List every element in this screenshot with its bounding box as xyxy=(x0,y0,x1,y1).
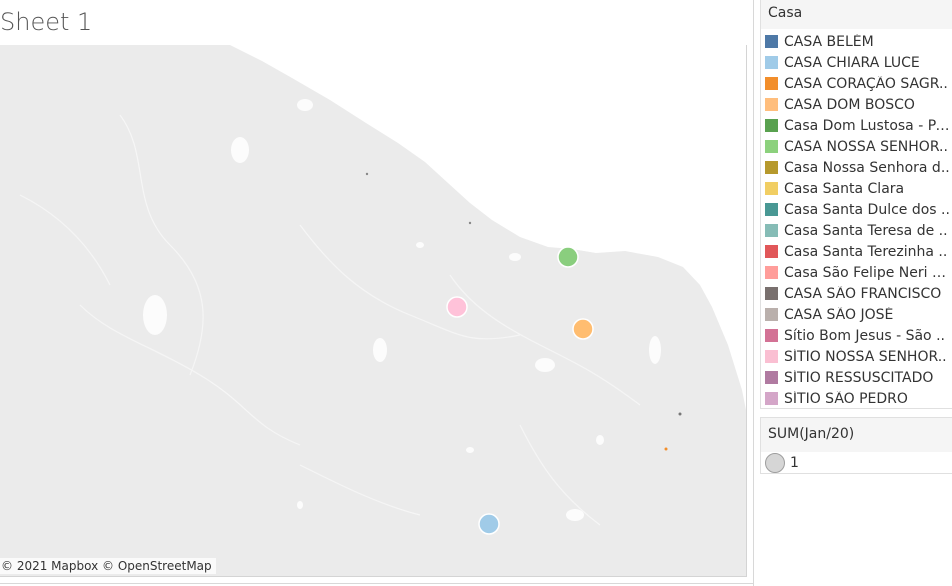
legend-swatch xyxy=(765,224,778,237)
legend-title: Casa xyxy=(761,0,952,29)
legend-label: CASA NOSSA SENHOR.. xyxy=(784,138,948,155)
legend-swatch xyxy=(765,371,778,384)
legend-swatch xyxy=(765,350,778,363)
legend-swatch xyxy=(765,77,778,90)
legend-item[interactable]: Casa Santa Terezinha .. xyxy=(761,241,952,262)
legend-label: SÍTIO RESSUSCITADO xyxy=(784,369,934,386)
legend-swatch xyxy=(765,56,778,69)
legend-item[interactable]: Casa Nossa Senhora d.. xyxy=(761,157,952,178)
legend-list: CASA BELÉM CASA CHIARA LUCE CASA CORAÇÃO S… xyxy=(761,29,952,409)
map-attribution[interactable]: © 2021 Mapbox © OpenStreetMap xyxy=(0,558,216,574)
legend-item[interactable]: CASA SÃO JOSÉ xyxy=(761,304,952,325)
legend-item[interactable]: Casa Dom Lustosa - Pa.. xyxy=(761,115,952,136)
legend-label: CASA CHIARA LUCE xyxy=(784,54,920,71)
legend-label: Casa Santa Dulce dos .. xyxy=(784,201,950,218)
size-legend-row: 1 xyxy=(761,452,952,474)
legend-item[interactable]: CASA CORAÇÃO SAGR.. xyxy=(761,73,952,94)
pane-divider xyxy=(753,0,754,586)
legend-label: Casa Santa Clara xyxy=(784,180,905,197)
legend-label: Casa Santa Terezinha .. xyxy=(784,243,948,260)
legend-item[interactable]: CASA DOM BOSCO xyxy=(761,94,952,115)
legend-item[interactable]: Casa Santa Clara xyxy=(761,178,952,199)
marker-casa-chiara-luce xyxy=(478,513,500,535)
size-legend-value: 1 xyxy=(790,455,799,471)
legend-label: Sítio Bom Jesus - São .. xyxy=(784,327,945,344)
legend-label: CASA SÃO JOSÉ xyxy=(784,306,894,323)
legend-label: CASA BELÉM xyxy=(784,33,874,50)
legend-item[interactable]: CASA SÃO FRANCISCO xyxy=(761,283,952,304)
legend-item[interactable]: Casa Santa Dulce dos .. xyxy=(761,199,952,220)
legend-item[interactable]: SÍTIO NOSSA SENHOR.. xyxy=(761,346,952,367)
legend-item[interactable]: CASA NOSSA SENHOR.. xyxy=(761,136,952,157)
legend-swatch xyxy=(765,98,778,111)
legend-swatch xyxy=(765,287,778,300)
legend-swatch xyxy=(765,119,778,132)
legend-item[interactable]: CASA CHIARA LUCE xyxy=(761,52,952,73)
legend-swatch xyxy=(765,329,778,342)
legend-item[interactable]: CASA BELÉM xyxy=(761,31,952,52)
size-circle-icon xyxy=(765,453,785,473)
legend-swatch xyxy=(765,182,778,195)
legend-swatch xyxy=(765,140,778,153)
legend-label: Casa Santa Teresa de .. xyxy=(784,222,948,239)
legend-item[interactable]: Sítio Bom Jesus - São .. xyxy=(761,325,952,346)
legend-label: Casa Dom Lustosa - Pa.. xyxy=(784,117,950,134)
sheet-title: Sheet 1 xyxy=(0,8,93,36)
legend-swatch xyxy=(765,392,778,405)
color-legend[interactable]: Casa CASA BELÉM CASA CHIARA LUCE CASA CORA… xyxy=(760,0,952,409)
map-view[interactable]: © 2021 Mapbox © OpenStreetMap xyxy=(0,45,747,577)
legend-item[interactable]: Casa Santa Teresa de .. xyxy=(761,220,952,241)
legend-item[interactable]: Casa São Felipe Neri - .. xyxy=(761,262,952,283)
legend-swatch xyxy=(765,203,778,216)
map-canvas[interactable] xyxy=(0,45,747,577)
legend-swatch xyxy=(765,35,778,48)
legend-label: Casa Nossa Senhora d.. xyxy=(784,159,950,176)
marker-casa-dom-bosco xyxy=(572,318,594,340)
legend-label: SÍTIO NOSSA SENHOR.. xyxy=(784,348,947,365)
legend-swatch xyxy=(765,245,778,258)
size-legend[interactable]: SUM(Jan/20) 1 xyxy=(760,417,952,474)
legend-label: Casa São Felipe Neri - .. xyxy=(784,264,950,281)
legend-label: SÍTIO SÃO PEDRO xyxy=(784,390,908,407)
legend-swatch xyxy=(765,308,778,321)
legend-item[interactable]: SÍTIO SÃO PEDRO xyxy=(761,388,952,409)
legend-label: CASA CORAÇÃO SAGR.. xyxy=(784,75,948,92)
marker-casa-nossa-senhora xyxy=(557,246,579,268)
legend-label: CASA DOM BOSCO xyxy=(784,96,915,113)
legend-swatch xyxy=(765,161,778,174)
size-legend-title: SUM(Jan/20) xyxy=(761,418,952,452)
bottom-border xyxy=(0,583,754,584)
legend-swatch xyxy=(765,266,778,279)
legend-item[interactable]: SÍTIO RESSUSCITADO xyxy=(761,367,952,388)
legend-label: CASA SÃO FRANCISCO xyxy=(784,285,942,302)
marker-sitio-nossa-senhora xyxy=(446,296,468,318)
